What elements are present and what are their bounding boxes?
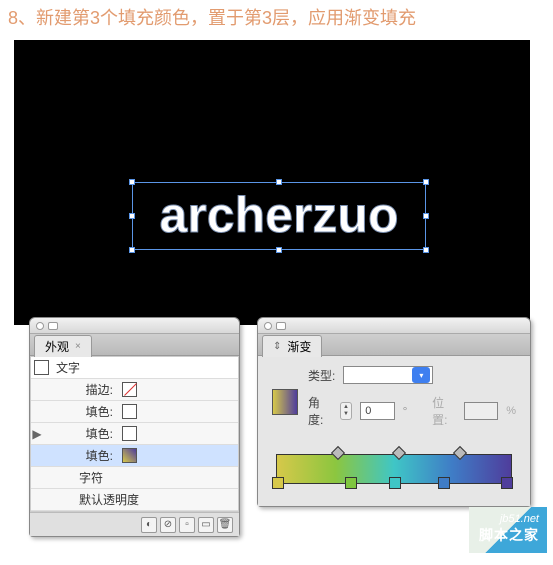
close-icon[interactable] bbox=[36, 322, 44, 330]
disclosure-icon[interactable]: ▶ bbox=[31, 427, 43, 441]
selection-handle[interactable] bbox=[423, 179, 429, 185]
appearance-row-text[interactable]: 文字 bbox=[31, 357, 238, 379]
selection-handle[interactable] bbox=[276, 179, 282, 185]
gradient-preview[interactable] bbox=[272, 389, 298, 415]
minimize-icon[interactable] bbox=[276, 322, 286, 330]
appearance-row-char[interactable]: 字符 bbox=[31, 467, 238, 489]
tab-gradient[interactable]: ⇕ 渐变 bbox=[262, 335, 322, 357]
new-item-icon[interactable]: ◐ bbox=[141, 517, 157, 533]
selection-handle[interactable] bbox=[423, 213, 429, 219]
watermark-site: 脚本之家 bbox=[479, 527, 539, 543]
duplicate-icon[interactable]: ▫ bbox=[179, 517, 195, 533]
appearance-list: 文字 描边: 填色: ▶ 填色: 填色: 字符 默认透明度 bbox=[30, 356, 239, 512]
selection-handle[interactable] bbox=[129, 247, 135, 253]
swatch-icon bbox=[122, 426, 137, 441]
text-object[interactable]: archerzuo bbox=[136, 186, 422, 246]
selection-box bbox=[132, 182, 426, 250]
no-stroke-icon bbox=[122, 382, 137, 397]
appearance-row-fill[interactable]: 填色: bbox=[31, 401, 238, 423]
minimize-icon[interactable] bbox=[48, 322, 58, 330]
new-icon[interactable]: ▭ bbox=[198, 517, 214, 533]
tab-label: 外观 bbox=[45, 338, 69, 355]
not-allowed-icon[interactable]: ⊘ bbox=[160, 517, 176, 533]
gradient-stop[interactable] bbox=[272, 477, 283, 492]
row-label: 字符 bbox=[79, 469, 103, 486]
row-label: 填色: bbox=[73, 447, 119, 464]
gradient-body: 类型: ▾ 角度: ▲▼ 0 ° 位置: % bbox=[258, 356, 530, 506]
watermark-url: jb51.net bbox=[479, 513, 539, 525]
gradient-stop[interactable] bbox=[345, 477, 356, 492]
gradient-stop[interactable] bbox=[438, 477, 449, 492]
appearance-row-fill-selected[interactable]: 填色: bbox=[31, 445, 238, 467]
panel-footer: ◐ ⊘ ▫ ▭ 🗑 bbox=[30, 512, 239, 536]
panel-tabs: ⇕ 渐变 bbox=[258, 334, 530, 356]
row-label: 默认透明度 bbox=[79, 491, 139, 508]
type-label: 类型: bbox=[308, 367, 335, 384]
compress-icon: ⇕ bbox=[273, 341, 281, 352]
selection-handle[interactable] bbox=[423, 247, 429, 253]
dropdown-arrow-icon: ▾ bbox=[412, 367, 430, 383]
step-instruction: 8、新建第3个填充颜色，置于第3层，应用渐变填充 bbox=[0, 0, 553, 40]
gradient-panel: ⇕ 渐变 类型: ▾ 角度: ▲▼ 0 ° 位置: bbox=[257, 317, 531, 507]
row-label: 描边: bbox=[73, 381, 119, 398]
close-icon[interactable] bbox=[264, 322, 272, 330]
angle-label: 角度: bbox=[308, 394, 332, 428]
tab-close-icon[interactable]: × bbox=[75, 341, 81, 352]
row-label: 填色: bbox=[73, 425, 119, 442]
row-label: 填色: bbox=[73, 403, 119, 420]
appearance-row-fill[interactable]: ▶ 填色: bbox=[31, 423, 238, 445]
position-label: 位置: bbox=[432, 394, 456, 428]
angle-input[interactable]: 0 bbox=[360, 402, 394, 420]
angle-stepper[interactable]: ▲▼ bbox=[340, 402, 352, 420]
trash-icon[interactable]: 🗑 bbox=[217, 517, 233, 533]
swatch-icon bbox=[34, 360, 49, 375]
position-input bbox=[464, 402, 498, 420]
tab-label: 渐变 bbox=[287, 338, 311, 355]
swatch-icon bbox=[122, 404, 137, 419]
appearance-row-stroke[interactable]: 描边: bbox=[31, 379, 238, 401]
selection-handle[interactable] bbox=[129, 179, 135, 185]
gradient-swatch-icon bbox=[122, 448, 137, 463]
selection-handle[interactable] bbox=[276, 247, 282, 253]
selection-handle[interactable] bbox=[129, 213, 135, 219]
gradient-stop[interactable] bbox=[501, 477, 512, 492]
percent-label: % bbox=[506, 405, 516, 417]
artboard[interactable]: archerzuo bbox=[14, 40, 530, 325]
panel-titlebar[interactable] bbox=[258, 318, 530, 334]
gradient-ramp[interactable] bbox=[272, 446, 516, 484]
row-label: 文字 bbox=[56, 359, 80, 376]
watermark: jb51.net 脚本之家 bbox=[469, 507, 547, 553]
appearance-row-transparency[interactable]: 默认透明度 bbox=[31, 489, 238, 511]
gradient-stop[interactable] bbox=[389, 477, 400, 492]
panel-titlebar[interactable] bbox=[30, 318, 239, 334]
tab-appearance[interactable]: 外观 × bbox=[34, 335, 92, 357]
panel-tabs: 外观 × bbox=[30, 334, 239, 356]
gradient-type-dropdown[interactable]: ▾ bbox=[343, 366, 433, 384]
appearance-panel: 外观 × 文字 描边: 填色: ▶ 填色: 填色: bbox=[29, 317, 240, 537]
